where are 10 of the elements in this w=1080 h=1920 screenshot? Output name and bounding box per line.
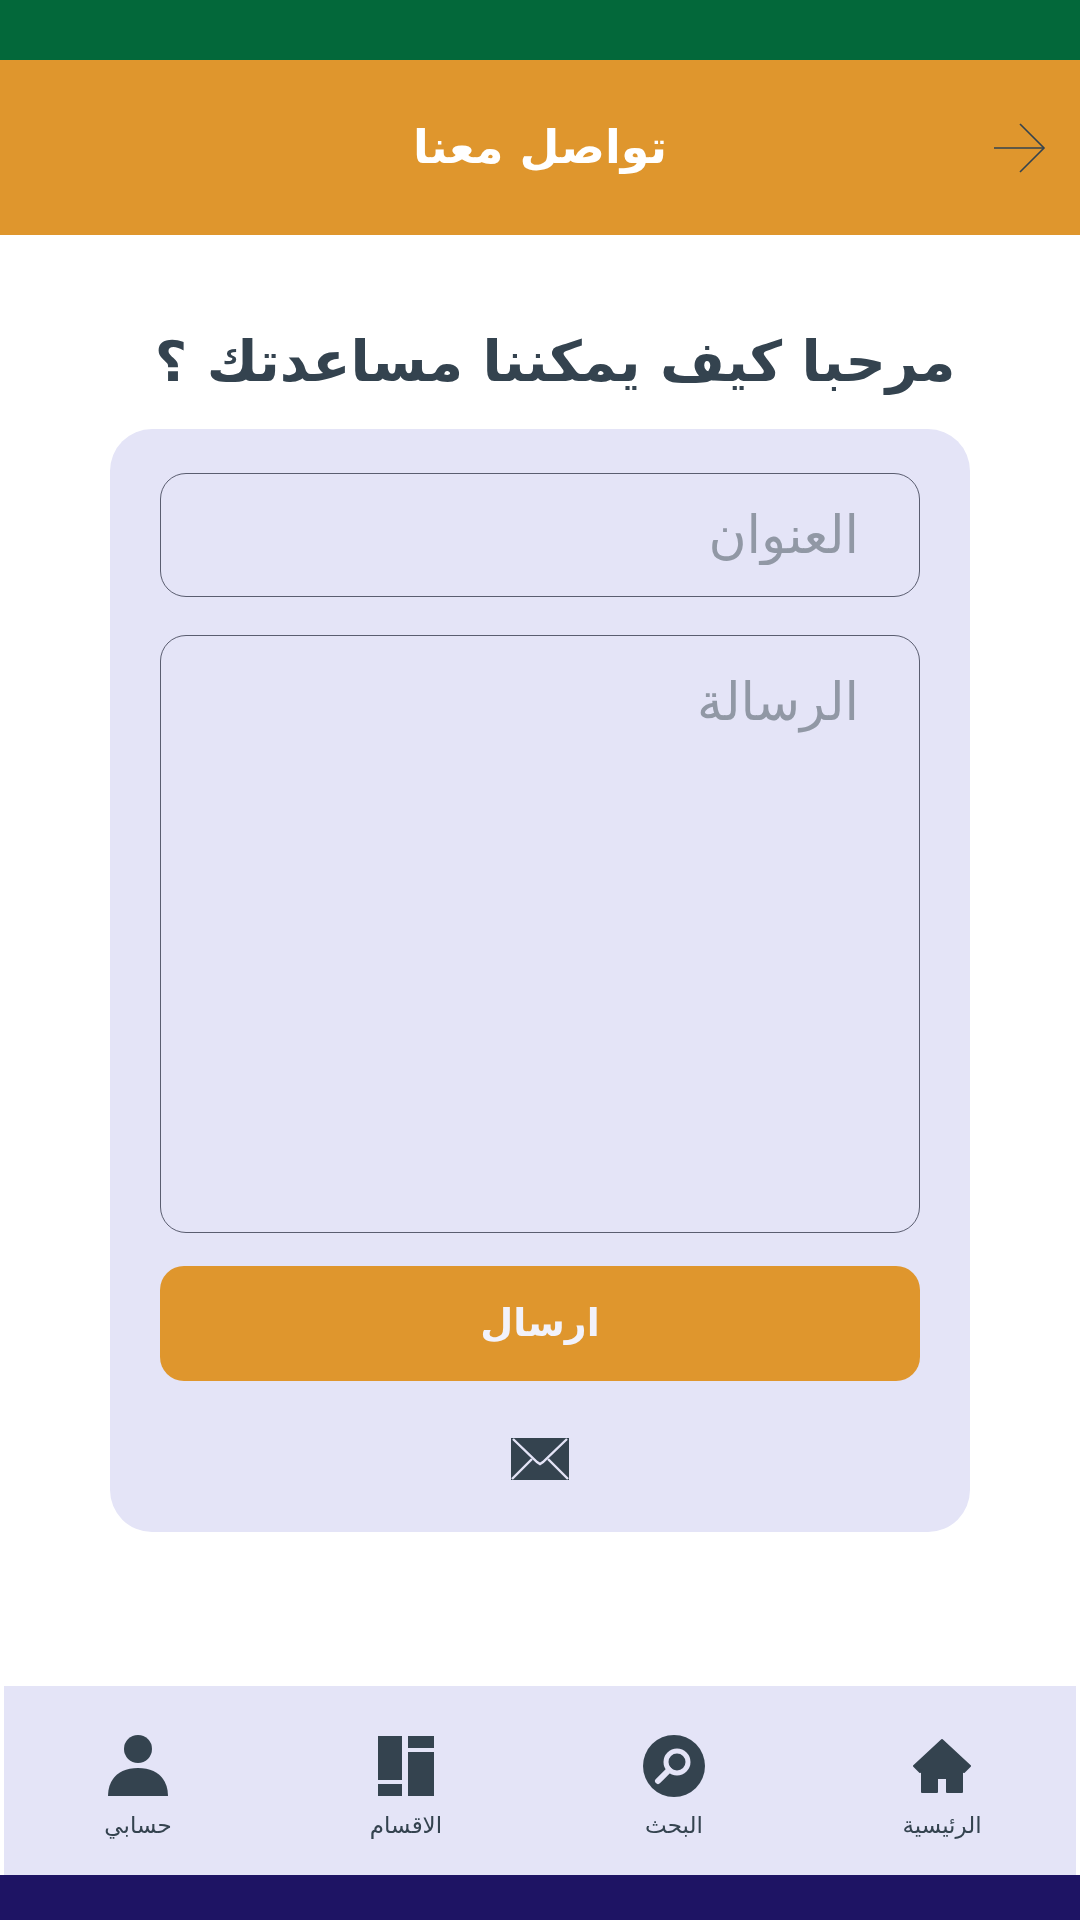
welcome-heading: مرحبا كيف يمكننا مساعدتك ؟ (154, 328, 956, 397)
nav-tab[interactable]: حسابي (104, 1812, 172, 1840)
nav-tab[interactable]: الاقسام (369, 1812, 443, 1840)
nav-tab[interactable]: الرئيسية (902, 1812, 982, 1840)
user-icon[interactable] (106, 1734, 170, 1798)
nav-tab[interactable]: البحث (645, 1812, 703, 1840)
search-icon[interactable] (642, 1734, 706, 1798)
message-field[interactable]: الرسالة (160, 635, 920, 1233)
page-title: تواصل معنا (413, 119, 667, 176)
envelope-icon (511, 1438, 569, 1480)
